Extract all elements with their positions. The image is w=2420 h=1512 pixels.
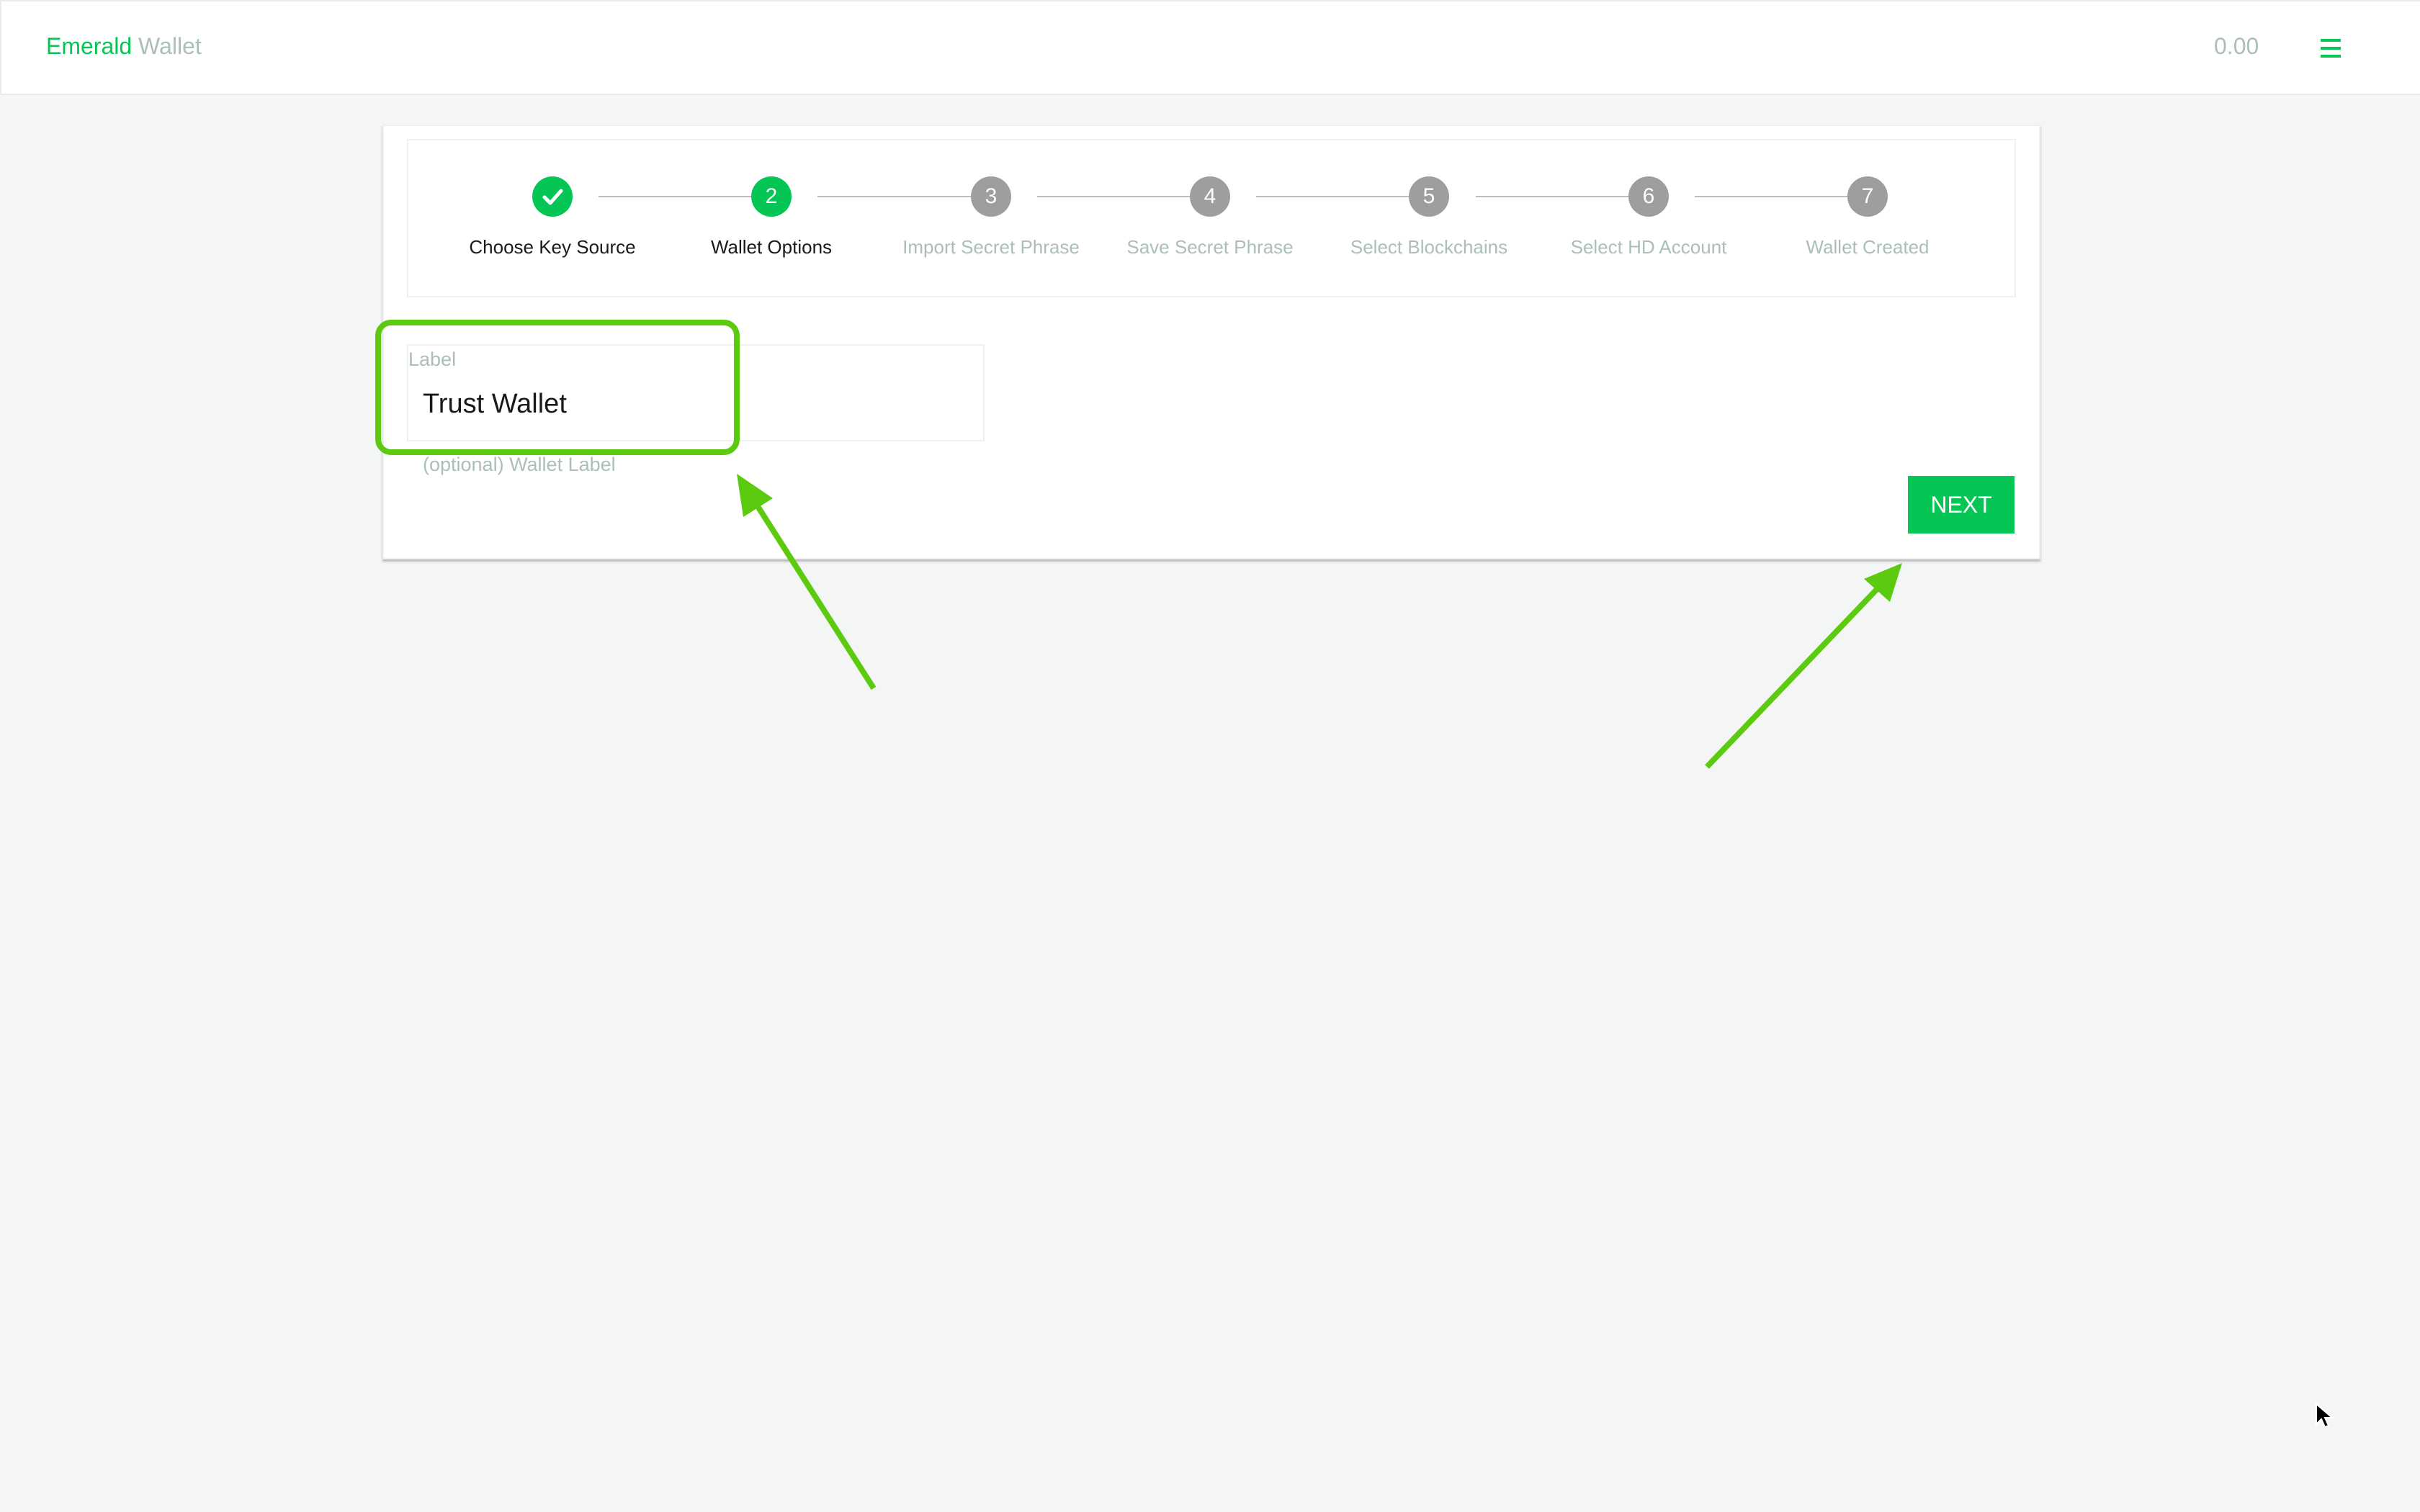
hamburger-menu-icon[interactable] xyxy=(2321,39,2341,58)
step-select-hd-account: 6 Select HD Account xyxy=(1541,140,1757,296)
step-label: Select Blockchains xyxy=(1350,236,1508,258)
step-number: 2 xyxy=(751,176,792,217)
wizard-stepper: Choose Key Source 2 Wallet Options 3 Imp… xyxy=(407,139,2016,297)
step-choose-key-source: Choose Key Source xyxy=(444,140,660,296)
app-header: Emerald Wallet 0.00 xyxy=(0,0,2420,95)
step-label: Wallet Options xyxy=(710,236,833,258)
field-helper-text: (optional) Wallet Label xyxy=(423,454,616,475)
arrow-to-next-button xyxy=(1705,563,1902,769)
step-number: 4 xyxy=(1190,176,1230,217)
step-select-blockchains: 5 Select Blockchains xyxy=(1321,140,1537,296)
app-logo[interactable]: Emerald Wallet xyxy=(46,33,202,60)
create-wallet-card: Choose Key Source 2 Wallet Options 3 Imp… xyxy=(382,125,2040,559)
mouse-cursor-icon xyxy=(2316,1403,2334,1428)
total-balance: 0.00 xyxy=(2214,33,2259,59)
step-save-secret-phrase: 4 Save Secret Phrase xyxy=(1102,140,1318,296)
step-wallet-options: 2 Wallet Options xyxy=(663,140,879,296)
field-label: Label xyxy=(408,348,457,370)
wallet-label-input[interactable] xyxy=(423,386,970,422)
step-label: Select HD Account xyxy=(1570,236,1727,258)
check-icon xyxy=(532,176,573,217)
step-number: 6 xyxy=(1628,176,1669,217)
step-number: 5 xyxy=(1409,176,1449,217)
brand-secondary: Wallet xyxy=(138,33,202,59)
step-import-secret-phrase: 3 Import Secret Phrase xyxy=(883,140,1099,296)
step-label: Import Secret Phrase xyxy=(902,236,1080,258)
step-wallet-created: 7 Wallet Created xyxy=(1760,140,1976,296)
step-label: Save Secret Phrase xyxy=(1126,236,1294,258)
next-button[interactable]: NEXT xyxy=(1908,476,2015,534)
wallet-label-field[interactable]: Label xyxy=(407,344,985,441)
step-number: 7 xyxy=(1847,176,1888,217)
brand-primary: Emerald xyxy=(46,33,133,59)
step-label: Wallet Created xyxy=(1806,236,1930,258)
step-number: 3 xyxy=(971,176,1011,217)
step-label: Choose Key Source xyxy=(469,236,636,258)
